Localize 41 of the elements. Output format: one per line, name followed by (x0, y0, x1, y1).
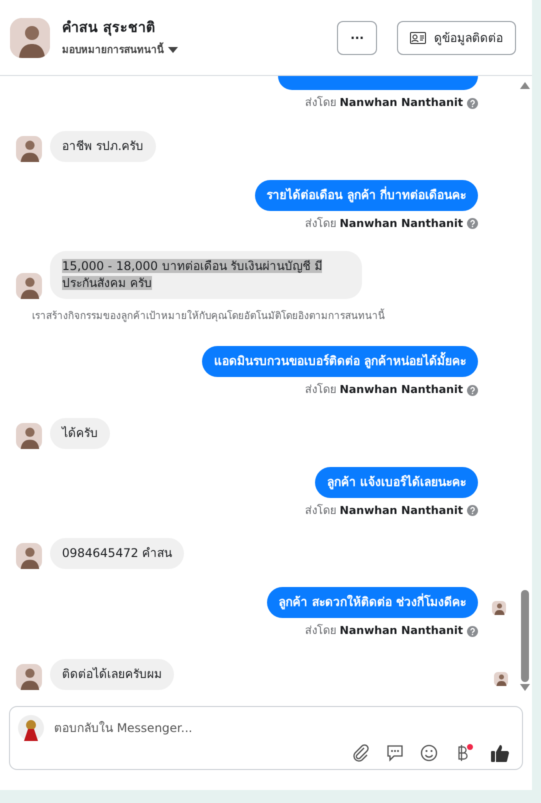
paperclip-icon[interactable] (352, 744, 370, 762)
message-bubble: แอดมินรบกวนขอเบอร์ติดต่อ ลูกค้าหน่อยได้มั้ยคะ (202, 346, 478, 377)
thumbs-up-icon[interactable] (490, 743, 510, 763)
avatar-icon (16, 273, 42, 299)
sent-by-label: ส่งโดย Nanwhan Nanthanit (305, 623, 463, 639)
message-bubble: ได้ครับ (50, 418, 110, 448)
avatar-icon (16, 136, 42, 162)
chat-bubble-icon[interactable] (386, 744, 404, 762)
message-bubble: ลูกค้า สะดวกให้ติดต่อ ช่วงกี่โมงดีคะ (266, 587, 478, 618)
message-bubble: ลูกค้า แจ้งเบอร์ได้เลยนะคะ (314, 466, 478, 498)
sent-by-label: ส่งโดย Nanwhan Nanthanit (305, 382, 463, 398)
message-bubble: 0984645472 คำสน (50, 538, 184, 569)
avatar-icon (16, 422, 42, 448)
contact-name: คำสน สุระชาติ (62, 18, 156, 38)
message-bubble: อาชีพ รปภ.ครับ (50, 130, 156, 162)
scroll-down-icon[interactable] (520, 684, 530, 691)
help-icon[interactable] (467, 626, 478, 637)
caret-icon (168, 47, 178, 53)
avatar-icon (16, 543, 42, 569)
view-contact-button[interactable]: ดูข้อมูลติดต่อ (397, 20, 516, 54)
message-bubble: 15,000 - 18,000 บาทต่อเดือน รับเงินผ่านบัญชี มีประกันสังคม ครับ (50, 251, 362, 299)
help-icon[interactable] (467, 384, 478, 396)
more-button[interactable]: ··· (337, 20, 377, 54)
reply-box[interactable]: ตอบกลับใน Messenger... (9, 706, 523, 770)
message-bubble: รายได้ต่อเดือน ลูกค้า กี่บาทต่อเดือนคะ (254, 180, 478, 210)
contact-card-icon (410, 32, 426, 44)
help-icon[interactable] (467, 98, 478, 109)
sent-by-label: ส่งโดย Nanwhan Nanthanit (305, 502, 463, 518)
scrollbar-thumb[interactable] (521, 590, 529, 682)
avatar-icon (18, 715, 44, 741)
assign-dropdown[interactable]: มอบหมายการสนทนานี้ (62, 42, 326, 58)
message-bubble: ติดต่อได้เลยครับผม (50, 658, 174, 690)
sent-by-label: ส่งโดย Nanwhan Nanthanit (305, 216, 463, 232)
help-icon[interactable] (467, 218, 478, 230)
emoji-icon[interactable] (420, 744, 438, 762)
avatar-icon (10, 18, 50, 58)
avatar-icon (16, 664, 42, 690)
notice-text: เราสร้างกิจกรรมของลูกค้าเป้าหมายให้กับคุณโดยอัตโนมัติโดยอิงตามการสนทนานี้ (32, 309, 478, 324)
scroll-up-icon[interactable] (520, 82, 530, 89)
help-icon[interactable] (467, 505, 478, 516)
sent-by-label: ส่งโดย Nanwhan Nanthanit (305, 95, 463, 111)
